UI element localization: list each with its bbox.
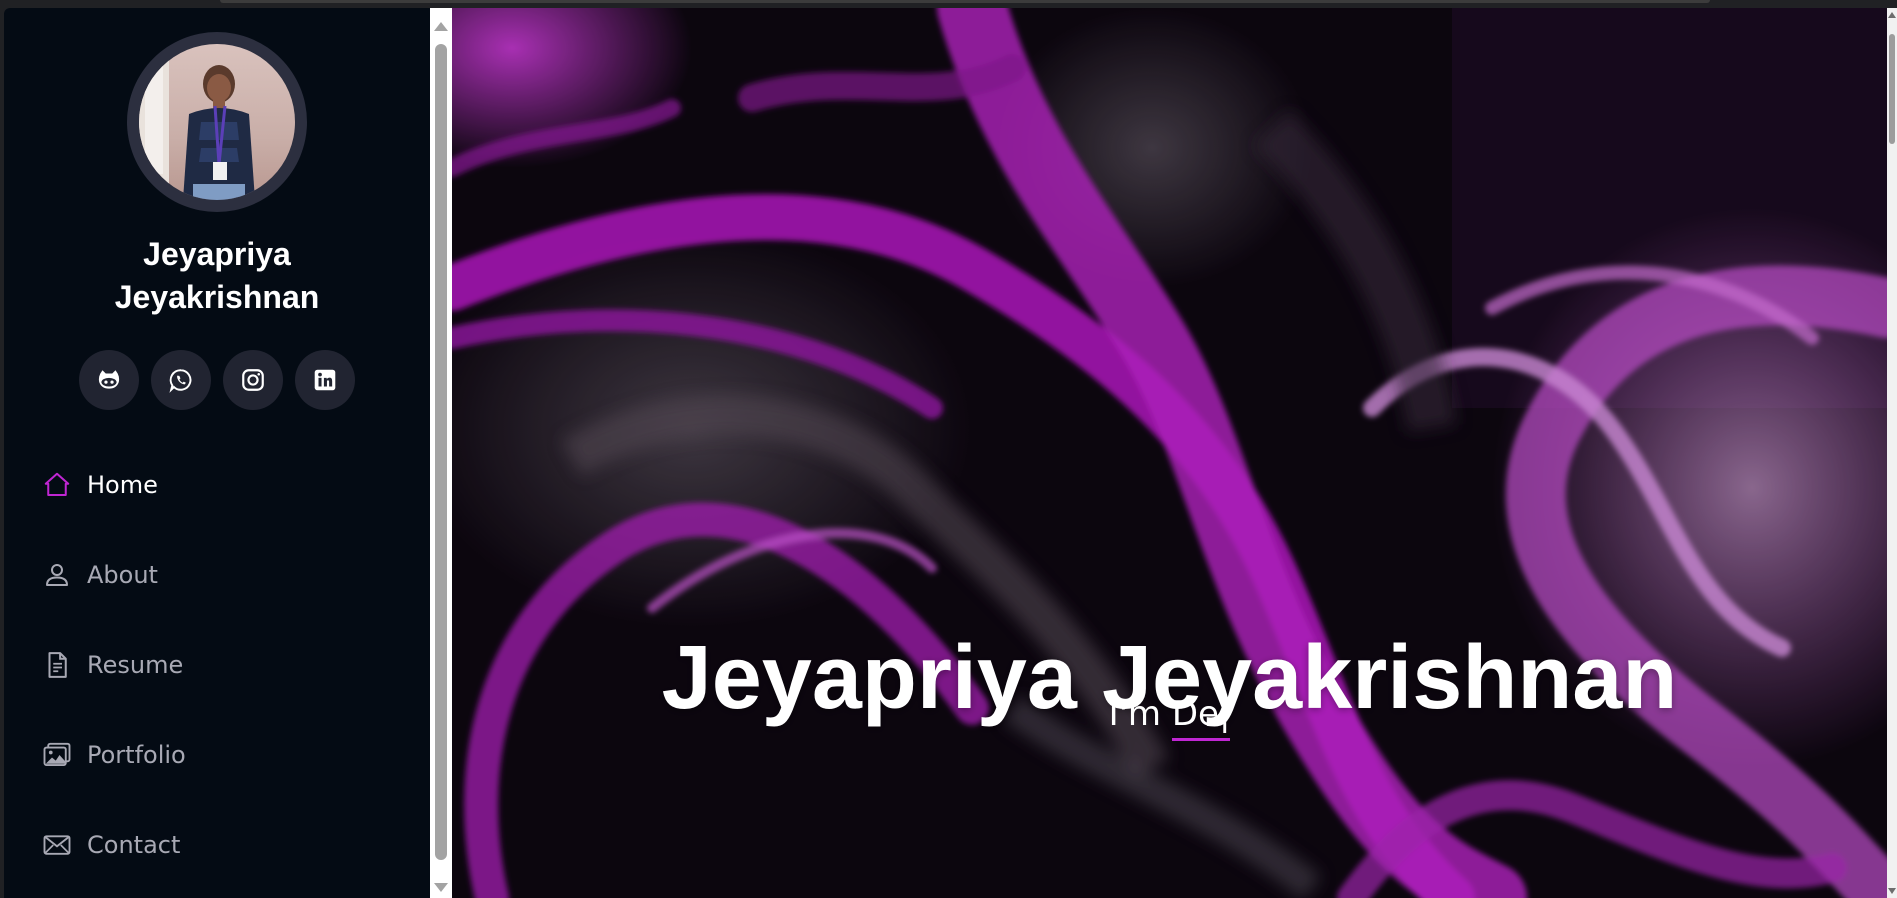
envelope-icon: [41, 829, 73, 861]
page-scrollbar[interactable]: [1887, 8, 1897, 898]
page-scroll-up-icon[interactable]: [1888, 12, 1896, 18]
typed-role-text: De|: [1171, 694, 1231, 741]
hero-section: Jeyapriya Jeyakrishnan I'm De|: [452, 8, 1887, 898]
whatsapp-link[interactable]: [151, 350, 211, 410]
nav-label-home: Home: [87, 471, 158, 499]
main-nav: Home About Resume Portfolio Contact: [4, 440, 430, 890]
nav-label-portfolio: Portfolio: [87, 741, 186, 769]
github-icon: [98, 370, 120, 389]
home-icon: [41, 469, 73, 501]
sidebar-scroll-thumb[interactable]: [435, 44, 447, 860]
profile-photo: [139, 44, 295, 200]
nav-item-home[interactable]: Home: [4, 440, 430, 530]
hero-subtitle-prefix: I'm: [1108, 694, 1172, 734]
sidebar: Jeyapriya Jeyakrishnan Home About Resume…: [4, 8, 430, 898]
nav-item-contact[interactable]: Contact: [4, 800, 430, 890]
address-bar-edge: [220, 0, 1710, 3]
profile-photo-frame: [127, 32, 307, 212]
page-scroll-thumb[interactable]: [1889, 34, 1895, 144]
social-links: [79, 350, 379, 410]
person-icon: [41, 559, 73, 591]
nav-item-portfolio[interactable]: Portfolio: [4, 710, 430, 800]
instagram-link[interactable]: [223, 350, 283, 410]
nav-item-about[interactable]: About: [4, 530, 430, 620]
page-scroll-down-icon[interactable]: [1888, 888, 1896, 894]
images-icon: [41, 739, 73, 771]
nav-label-resume: Resume: [87, 651, 184, 679]
whatsapp-icon: [169, 369, 192, 393]
instagram-icon: [242, 369, 264, 391]
nav-item-resume[interactable]: Resume: [4, 620, 430, 710]
profile-name: Jeyapriya Jeyakrishnan: [4, 233, 430, 319]
linkedin-icon: [314, 369, 336, 391]
profile-photo-illustration: [139, 44, 255, 200]
file-text-icon: [41, 649, 73, 681]
scroll-down-arrow-icon[interactable]: [434, 883, 448, 892]
browser-frame: Jeyapriya Jeyakrishnan Home About Resume…: [0, 0, 1897, 898]
hero-subtitle: I'm De|: [452, 692, 1887, 741]
profile-name-line2: Jeyakrishnan: [114, 279, 320, 315]
hero-background-image: [452, 8, 1887, 898]
sidebar-scrollbar[interactable]: [430, 8, 452, 898]
linkedin-link[interactable]: [295, 350, 355, 410]
github-link[interactable]: [79, 350, 139, 410]
nav-label-contact: Contact: [87, 831, 181, 859]
scroll-up-arrow-icon[interactable]: [434, 22, 448, 31]
profile-name-line1: Jeyapriya: [143, 236, 291, 272]
nav-label-about: About: [87, 561, 158, 589]
